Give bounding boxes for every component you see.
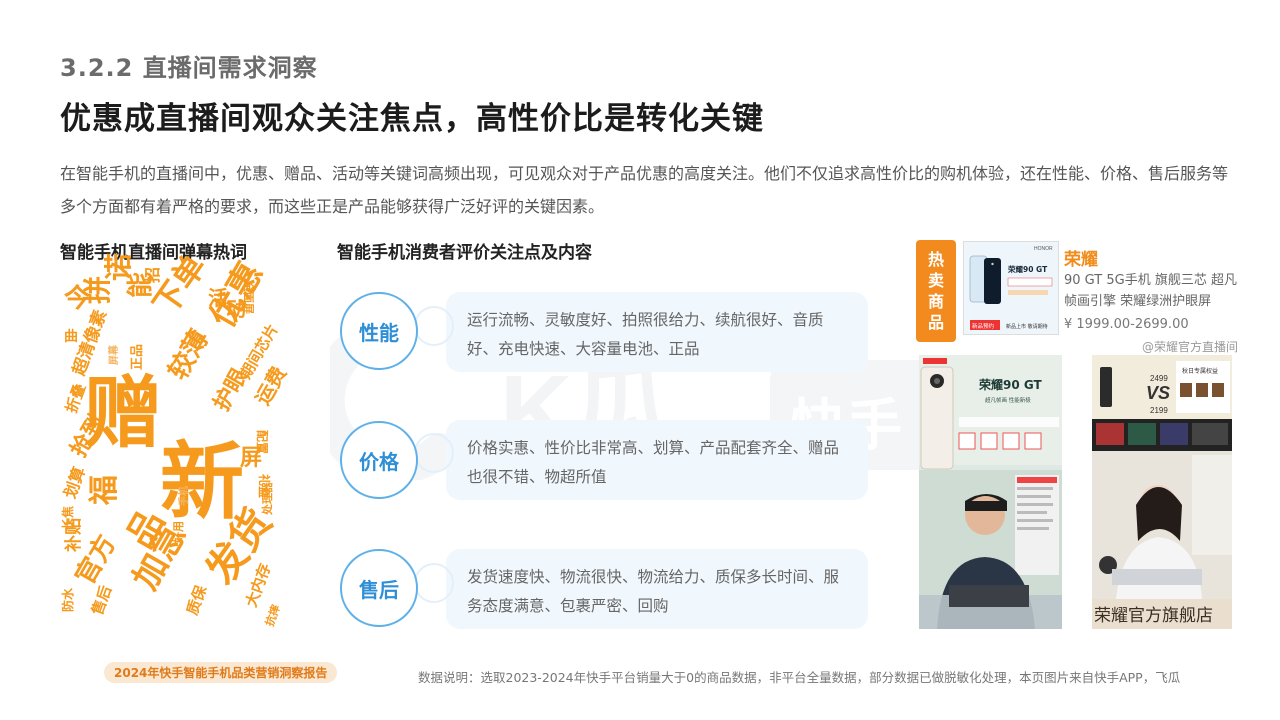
svg-text:荣耀90 GT: 荣耀90 GT bbox=[1007, 264, 1048, 274]
cloud-word: 补贴 bbox=[64, 518, 84, 552]
svg-text:荣耀官方旗舰店: 荣耀官方旗舰店 bbox=[1094, 606, 1213, 626]
cloud-word: 福 bbox=[87, 475, 122, 505]
category-label: 售后 bbox=[340, 549, 418, 627]
product-price: ¥ 1999.00-2699.00 bbox=[1064, 317, 1189, 332]
word-cloud-heading: 智能手机直播间弹幕热词 bbox=[60, 243, 247, 263]
livestream-scene: 2499 VS 2199 秋日专属权益 荣耀官方旗舰店 bbox=[1092, 355, 1232, 629]
category-content: 发货速度快、物流很快、物流给力、质保多长时间、服务态度满意、包裹严密、回购 bbox=[446, 549, 868, 629]
cloud-word: 质保 bbox=[183, 583, 211, 618]
word-cloud: 今拼诺能招活动全面屏曲超清像素 正品 下单 优惠 较薄 护眼 期间芯片 运费 折叠赠屏配置 抢到新… bbox=[55, 248, 305, 648]
cloud-word: 配置 bbox=[255, 430, 269, 455]
cloud-word: 抗摔 bbox=[263, 602, 283, 629]
image-credit: @荣耀官方直播间 bbox=[1142, 340, 1239, 354]
category-label: 价格 bbox=[340, 421, 418, 499]
cloud-word: 正品 bbox=[130, 343, 145, 370]
svg-text:新品预约: 新品预约 bbox=[972, 322, 995, 330]
livestream-scene: 荣耀90 GT 超凡帧画 性能新极 bbox=[919, 355, 1062, 629]
page-title: 优惠成直播间观众关注焦点，高性价比是转化关键 bbox=[60, 101, 764, 137]
product-image[interactable]: HONOR 荣耀90 GT 新品预约 新品上市 敬请期待 bbox=[963, 241, 1059, 335]
evaluation-heading: 智能手机消费者评价关注点及内容 bbox=[337, 243, 592, 263]
product-description: 90 GT 5G手机 旗舰三芯 超凡帧画引擎 荣耀绿洲护眼屏 bbox=[1064, 273, 1237, 309]
cloud-word: 曲 bbox=[64, 329, 78, 345]
svg-text:2199: 2199 bbox=[1150, 406, 1168, 415]
report-tag: 2024年快手智能手机品类营销洞察报告 bbox=[104, 662, 338, 683]
cloud-word: 屏幕 bbox=[109, 345, 120, 365]
cloud-word: 较薄 bbox=[163, 324, 216, 385]
cloud-word: 手机 bbox=[179, 486, 190, 506]
cloud-word: 优惠 bbox=[202, 255, 272, 335]
svg-text:秋日专属权益: 秋日专属权益 bbox=[1182, 367, 1218, 375]
section-label: 3.2.2 直播间需求洞察 bbox=[60, 54, 318, 82]
category-content: 价格实惠、性价比非常高、划算、产品配套齐全、赠品也很不错、物超所值 bbox=[446, 420, 868, 500]
product-brand[interactable]: 荣耀 bbox=[1064, 245, 1098, 270]
hot-sale-badge: 热 卖 商 品 bbox=[916, 240, 956, 342]
livestream-screenshot-right[interactable]: 2499 VS 2199 秋日专属权益 荣耀官方旗舰店 bbox=[1092, 355, 1232, 629]
svg-text:新品上市 敬请期待: 新品上市 敬请期待 bbox=[1006, 323, 1048, 330]
phone-product-graphic: HONOR 荣耀90 GT 新品预约 新品上市 敬请期待 bbox=[964, 242, 1058, 334]
category-label: 性能 bbox=[340, 292, 418, 370]
cloud-word: 新 bbox=[160, 433, 245, 531]
svg-text:荣耀90 GT: 荣耀90 GT bbox=[978, 377, 1043, 392]
category-content: 运行流畅、灵敏度好、拍照很给力、续航很好、音质好、充电快速、大容量电池、正品 bbox=[446, 292, 868, 372]
data-note: 数据说明：选取2023-2024年快手平台销量大于0的商品数据，非平台全量数据，… bbox=[418, 670, 1181, 685]
livestream-screenshot-left[interactable]: 荣耀90 GT 超凡帧画 性能新极 bbox=[919, 355, 1062, 629]
cloud-word: 划算 bbox=[60, 464, 89, 501]
cloud-word: 防水 bbox=[61, 587, 75, 612]
svg-text:超凡帧画 性能新极: 超凡帧画 性能新极 bbox=[985, 396, 1031, 404]
svg-text:2499: 2499 bbox=[1150, 374, 1168, 383]
intro-paragraph: 在智能手机的直播间中，优惠、赠品、活动等关键词高频出现，可见观众对于产品优惠的高… bbox=[60, 164, 1229, 216]
cloud-word: 处理器 bbox=[261, 482, 274, 515]
svg-text:VS: VS bbox=[1146, 383, 1170, 403]
svg-text:HONOR: HONOR bbox=[1034, 246, 1053, 252]
